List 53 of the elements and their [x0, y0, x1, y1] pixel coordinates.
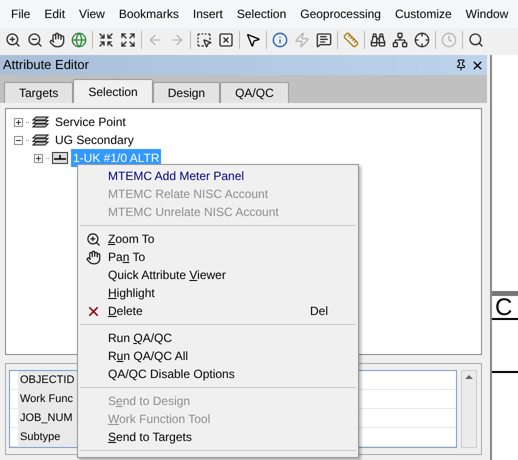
panel-title: Attribute Editor: [3, 56, 89, 74]
network-icon[interactable]: [391, 31, 409, 49]
shortcut-label: Del: [310, 303, 328, 320]
scroll-bar[interactable]: [461, 370, 477, 448]
select-features-icon[interactable]: [195, 31, 213, 49]
hand-icon: [86, 250, 100, 264]
tab[interactable]: Targets: [4, 82, 74, 103]
layers-icon: [32, 134, 50, 146]
clear-selection-icon[interactable]: [217, 31, 235, 49]
crosshair-icon[interactable]: [413, 31, 431, 49]
globe-icon[interactable]: [70, 31, 88, 49]
map-label: C: [495, 297, 512, 319]
zoom-out-icon[interactable]: [26, 31, 44, 49]
tree-item[interactable]: UG Secondary: [53, 131, 136, 149]
expand-toggle[interactable]: [34, 154, 43, 162]
menu-item[interactable]: Run QA/QC: [108, 329, 172, 347]
info-icon[interactable]: [271, 31, 289, 49]
close-icon[interactable]: [471, 58, 484, 72]
expand-toggle[interactable]: [14, 118, 23, 126]
search-icon[interactable]: [467, 31, 485, 49]
zoom-in-icon: [86, 232, 100, 246]
zoom-in-icon[interactable]: [4, 31, 22, 49]
menu-item[interactable]: Bookmarks: [112, 5, 186, 23]
tab[interactable]: Design: [152, 82, 220, 103]
shrink-arrows-icon[interactable]: [97, 31, 115, 49]
menu-item[interactable]: View: [72, 5, 112, 23]
line-feature-icon: [52, 152, 68, 164]
menu-item[interactable]: Selection: [230, 5, 294, 23]
tab[interactable]: Selection: [73, 79, 153, 103]
pointer-icon[interactable]: [244, 31, 262, 49]
expand-toggle[interactable]: [14, 136, 23, 144]
layers-icon: [32, 116, 50, 128]
menu-item[interactable]: Insert: [186, 5, 230, 23]
hand-icon[interactable]: [48, 31, 66, 49]
menu-item[interactable]: Geoprocessing: [293, 5, 388, 23]
menu-item[interactable]: Zoom To: [108, 230, 154, 248]
menu-item[interactable]: Highlight: [108, 284, 155, 302]
ruler-icon[interactable]: [342, 31, 360, 49]
menu-item[interactable]: Quick Attribute Viewer: [108, 266, 226, 284]
tree-item[interactable]: Service Point: [53, 113, 128, 131]
menu-item[interactable]: File: [4, 5, 38, 23]
menu-item[interactable]: Edit: [37, 5, 72, 23]
menu-item[interactable]: Pan To: [108, 248, 146, 266]
tab[interactable]: QA/QC: [220, 82, 289, 103]
menu-item[interactable]: Delete: [108, 302, 143, 320]
menu-item[interactable]: Customize: [388, 5, 459, 23]
menu-item[interactable]: Window: [458, 5, 516, 23]
speech-bubble-icon[interactable]: [315, 31, 333, 49]
binoculars-icon[interactable]: [369, 31, 387, 49]
menu-item[interactable]: Run QA/QC All: [108, 347, 188, 365]
menu-item[interactable]: MTEMC Add Meter Panel: [108, 167, 244, 185]
pin-icon[interactable]: [455, 58, 467, 70]
expand-arrows-icon[interactable]: [119, 31, 137, 49]
